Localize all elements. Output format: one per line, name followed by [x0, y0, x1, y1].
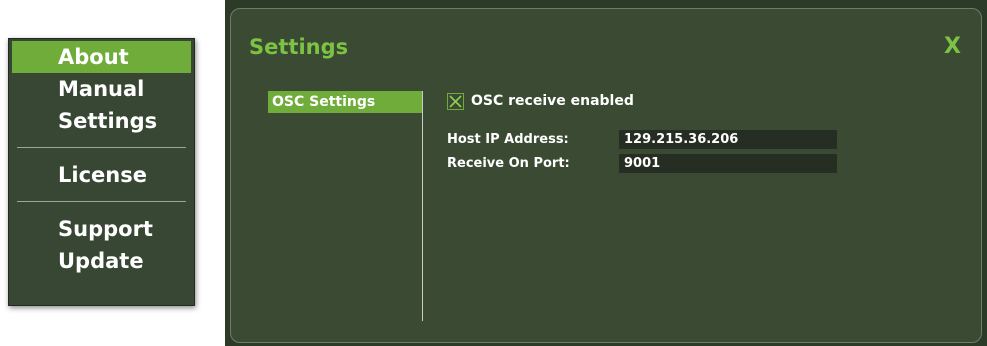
menu-item-update[interactable]: Update	[12, 245, 191, 277]
osc-receive-checkbox[interactable]	[447, 93, 464, 110]
checkmark-x-icon	[449, 95, 462, 108]
osc-receive-label: OSC receive enabled	[471, 93, 634, 109]
settings-dialog: Settings X OSC Settings OSC receive enab…	[230, 8, 982, 343]
app-menu: About Manual Settings License Support Up…	[8, 38, 195, 306]
menu-item-support[interactable]: Support	[12, 213, 191, 245]
nav-item-osc-settings[interactable]: OSC Settings	[268, 91, 422, 113]
menu-item-manual[interactable]: Manual	[12, 73, 191, 105]
port-label: Receive On Port:	[447, 156, 570, 171]
menu-item-license[interactable]: License	[12, 159, 191, 191]
menu-divider	[17, 147, 186, 148]
settings-dialog-backdrop: Settings X OSC Settings OSC receive enab…	[225, 0, 987, 346]
host-ip-label: Host IP Address:	[447, 132, 569, 147]
nav-divider	[422, 91, 423, 321]
dialog-title: Settings	[249, 35, 349, 59]
port-input[interactable]	[619, 154, 837, 173]
menu-item-about[interactable]: About	[12, 41, 191, 73]
menu-item-settings[interactable]: Settings	[12, 105, 191, 137]
close-button[interactable]: X	[944, 34, 961, 59]
host-ip-input[interactable]	[619, 130, 837, 149]
menu-divider	[17, 201, 186, 202]
